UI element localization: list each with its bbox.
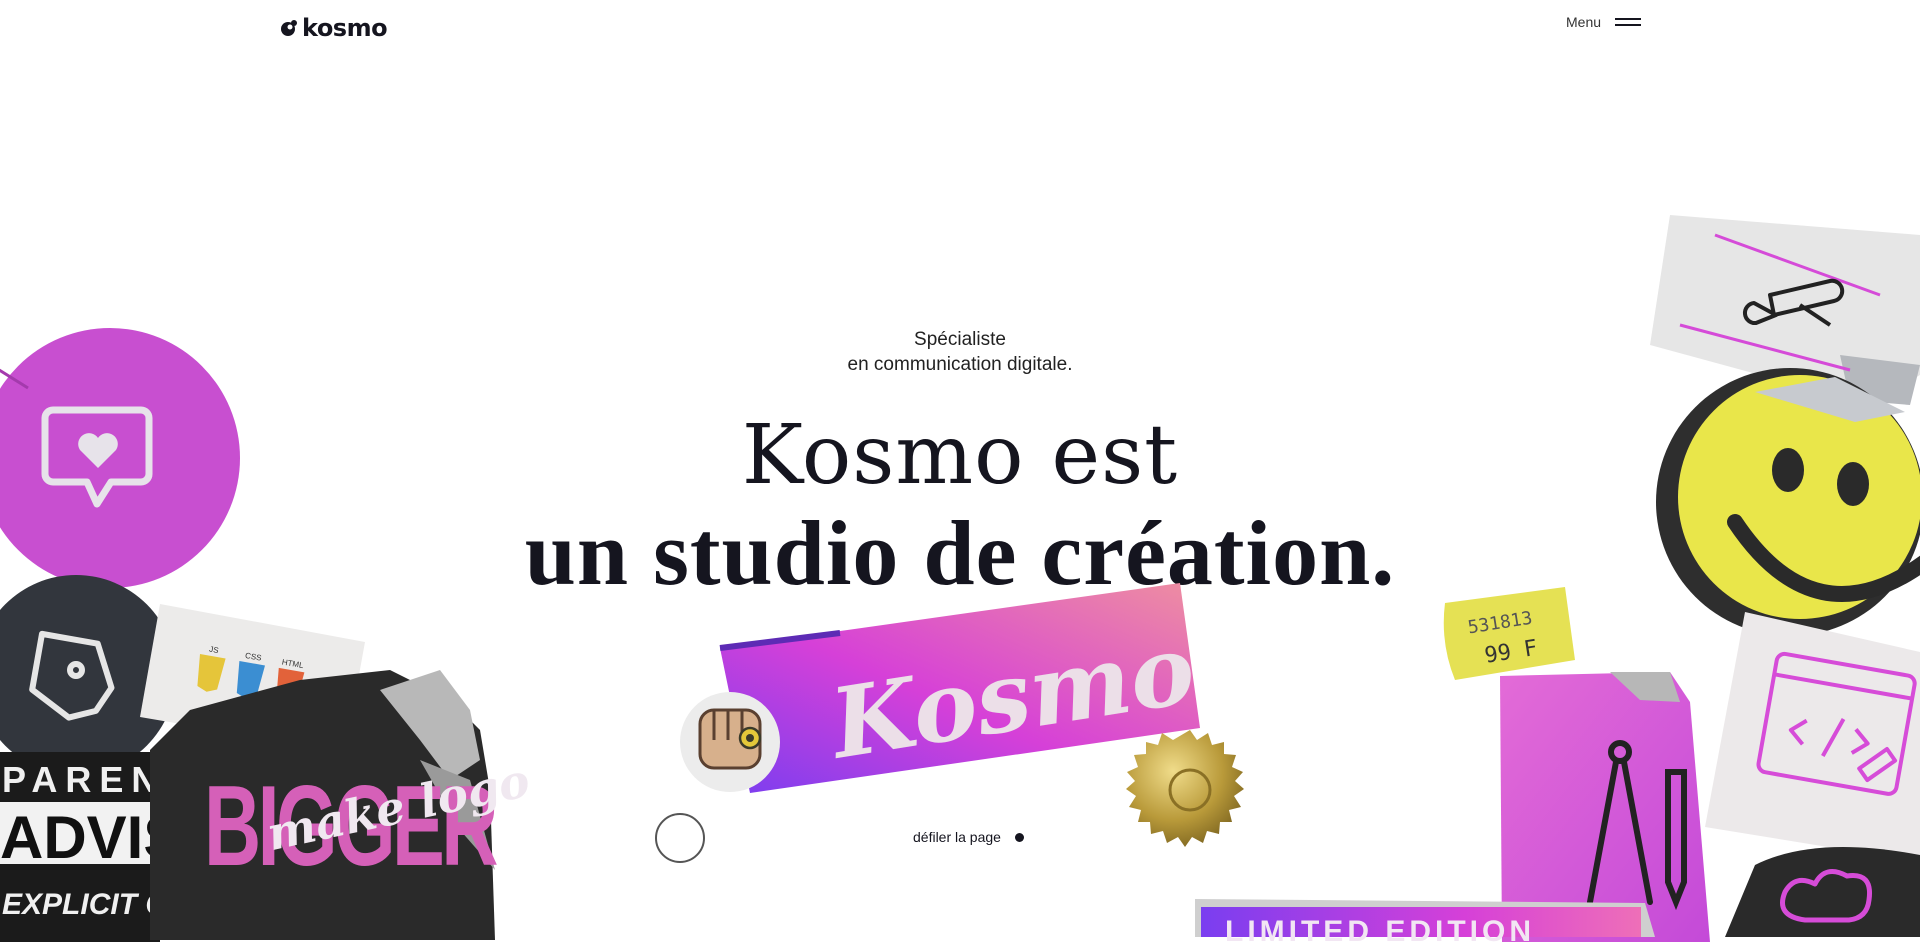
bigger-logo-sticker: BIGGER make logo [150, 670, 534, 940]
limited-edition-sticker: LIMITED EDITION [1195, 899, 1655, 942]
code-window-sticker [1705, 612, 1920, 862]
js-badge: JS [209, 645, 220, 655]
menu-label: Menu [1566, 14, 1602, 30]
logo[interactable]: kosmo [279, 14, 388, 42]
hero-subtitle: Spécialiste en communication digitale. [760, 327, 1160, 377]
logo-text: kosmo [302, 14, 388, 42]
chef-hat-sticker [1725, 847, 1920, 937]
advisory-line3: EXPLICIT C [2, 888, 168, 921]
smiley-sticker [1656, 368, 1920, 636]
fist-sticker [680, 692, 780, 792]
fist-icon [698, 708, 762, 770]
heart-message-sticker [0, 328, 240, 588]
scroll-label: défiler la page [913, 829, 1001, 845]
logo-mark-icon [281, 20, 297, 36]
scroll-dot-icon [1014, 832, 1024, 842]
hero-subtitle-line1: Spécialiste [914, 329, 1006, 350]
gold-seal-icon [1126, 730, 1244, 847]
hero-subtitle-line2: en communication digitale. [847, 354, 1073, 375]
hero-title-line1: Kosmo est [741, 408, 1179, 503]
menu-button[interactable]: Menu [1566, 14, 1642, 30]
hamburger-icon [1615, 17, 1642, 27]
limited-text: LIMITED EDITION [1225, 915, 1535, 942]
scroll-hint[interactable]: défiler la page [913, 829, 1024, 845]
cursor-ring [655, 813, 705, 863]
gold-seal-sticker [1126, 730, 1244, 847]
